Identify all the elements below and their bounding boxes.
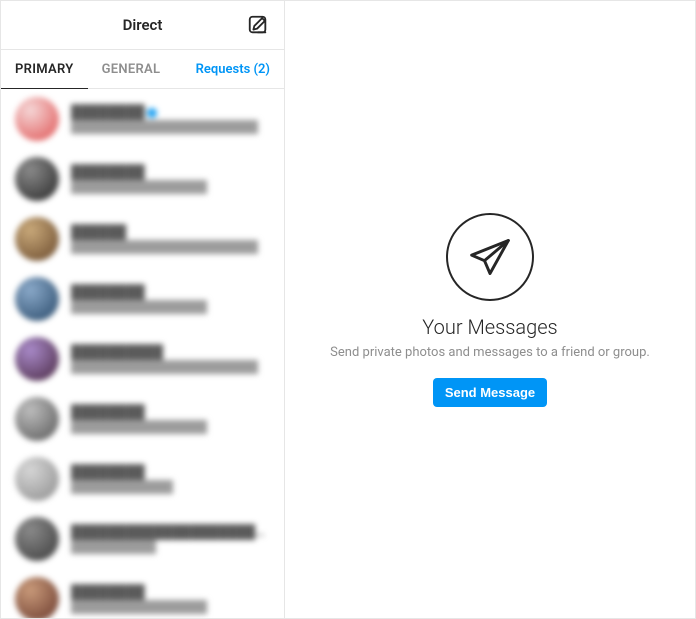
thread-name: ████████ bbox=[71, 404, 270, 420]
thread-text: ████████████████████████ bbox=[71, 284, 270, 314]
avatar bbox=[15, 157, 59, 201]
verified-badge-icon bbox=[147, 108, 157, 118]
thread-preview: ██████████████████████ bbox=[71, 120, 270, 134]
avatar bbox=[15, 577, 59, 618]
thread-row[interactable]: ████████████████████████████ bbox=[1, 209, 284, 269]
app-root: Direct PRIMARY GENERAL Requests (2) ████… bbox=[0, 0, 696, 619]
send-message-button[interactable]: Send Message bbox=[433, 378, 547, 407]
inbox-tabs: PRIMARY GENERAL Requests (2) bbox=[1, 50, 284, 89]
thread-row[interactable]: ██████████████████████████████ bbox=[1, 89, 284, 149]
avatar bbox=[15, 97, 59, 141]
thread-row[interactable]: ████████████████████████ bbox=[1, 569, 284, 618]
thread-text: ██████████████████████████████ bbox=[71, 104, 270, 134]
thread-preview: ████████████████ bbox=[71, 180, 270, 194]
empty-state-icon-circle bbox=[446, 213, 534, 301]
thread-preview: ██████████████████████ bbox=[71, 360, 270, 374]
inbox-header: Direct bbox=[1, 1, 284, 50]
paper-plane-icon bbox=[468, 235, 512, 279]
thread-name: ████████ bbox=[71, 104, 270, 120]
thread-name: ██████████ bbox=[71, 344, 270, 360]
tab-requests[interactable]: Requests (2) bbox=[196, 62, 284, 77]
thread-text: ████████████████████████████████ bbox=[71, 344, 270, 374]
thread-text: ████████████████████████████ bbox=[71, 224, 270, 254]
thread-preview: ██████████████████████ bbox=[71, 240, 270, 254]
thread-text: ████████████████████████ bbox=[71, 404, 270, 434]
tab-general[interactable]: GENERAL bbox=[88, 50, 175, 88]
thread-preview: ████████████████ bbox=[71, 600, 270, 614]
thread-text: ████████████████████████ bbox=[71, 164, 270, 194]
thread-row[interactable]: ████████████████████████ bbox=[1, 149, 284, 209]
thread-row[interactable]: ████████████████████████████████ bbox=[1, 329, 284, 389]
main-pane: Your Messages Send private photos and me… bbox=[285, 1, 695, 618]
empty-state-title: Your Messages bbox=[330, 315, 650, 339]
thread-text: ██████████████████████████████████ bbox=[71, 524, 270, 554]
compose-icon bbox=[247, 14, 269, 36]
thread-name: ████████ bbox=[71, 464, 270, 480]
thread-name: ████████ bbox=[71, 284, 270, 300]
avatar bbox=[15, 517, 59, 561]
thread-name: ██████ bbox=[71, 224, 270, 240]
avatar bbox=[15, 337, 59, 381]
thread-preview: ████████████████ bbox=[71, 300, 270, 314]
inbox-title: Direct bbox=[123, 16, 163, 34]
avatar bbox=[15, 457, 59, 501]
thread-preview: ██████████ bbox=[71, 540, 270, 554]
thread-name: ████████████████████████ bbox=[71, 524, 270, 540]
empty-state-subtitle: Send private photos and messages to a fr… bbox=[330, 345, 650, 360]
tab-primary[interactable]: PRIMARY bbox=[1, 51, 88, 89]
thread-list[interactable]: ████████████████████████████████████████… bbox=[1, 89, 284, 618]
inbox-pane: Direct PRIMARY GENERAL Requests (2) ████… bbox=[1, 1, 285, 618]
thread-text: ████████████████████████ bbox=[71, 584, 270, 614]
thread-row[interactable]: ██████████████████████████████████ bbox=[1, 509, 284, 569]
thread-row[interactable]: ████████████████████████ bbox=[1, 269, 284, 329]
thread-name: ████████ bbox=[71, 584, 270, 600]
thread-row[interactable]: ████████████████████ bbox=[1, 449, 284, 509]
avatar bbox=[15, 217, 59, 261]
thread-preview: ████████████████ bbox=[71, 420, 270, 434]
thread-row[interactable]: ████████████████████████ bbox=[1, 389, 284, 449]
thread-name: ████████ bbox=[71, 164, 270, 180]
thread-preview: ████████████ bbox=[71, 480, 270, 494]
avatar bbox=[15, 397, 59, 441]
empty-state: Your Messages Send private photos and me… bbox=[330, 213, 650, 407]
avatar bbox=[15, 277, 59, 321]
thread-text: ████████████████████ bbox=[71, 464, 270, 494]
compose-button[interactable] bbox=[246, 13, 270, 37]
